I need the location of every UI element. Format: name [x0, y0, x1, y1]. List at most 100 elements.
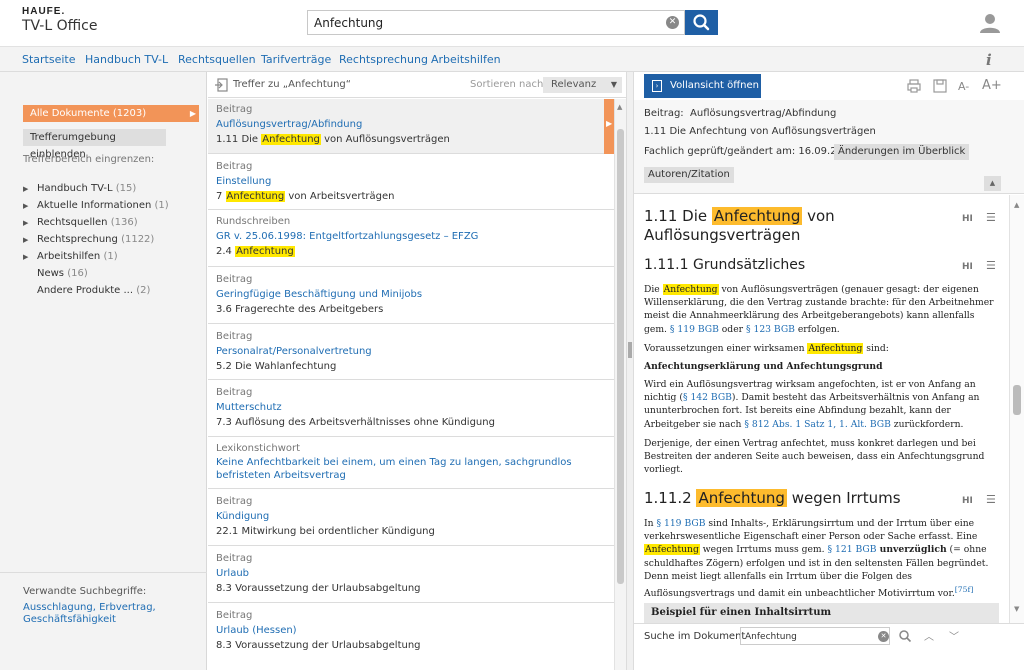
changes-overview-button[interactable]: Änderungen im Überblick [834, 144, 970, 160]
facet-rechtsprechung[interactable]: ▶ Rechtsprechung (1122) [23, 234, 154, 245]
law-link[interactable]: § 121 BGB [827, 544, 876, 555]
paragraph: In § 119 BGB sind Inhalts-, Erklärungsir… [644, 518, 989, 600]
font-larger-icon[interactable]: A+ [982, 78, 1002, 93]
document-meta: Beitrag: Auflösungsvertrag/Abfindung 1.1… [634, 100, 1024, 194]
result-item[interactable]: Beitrag Auflösungsvertrag/Abfindung 1.11… [208, 99, 614, 154]
results-title: Treffer zu „Anfechtung“ [233, 79, 351, 90]
law-link[interactable]: § 119 BGB [656, 518, 705, 529]
facet-arbeitshilfen[interactable]: ▶ Arbeitshilfen (1) [23, 251, 118, 262]
scroll-down-icon[interactable]: ▼ [1014, 605, 1019, 613]
scroll-up-icon[interactable]: ▲ [1014, 201, 1019, 209]
document-scrollbar[interactable]: ▲ ▼ [1009, 195, 1024, 623]
meta-checked: Fachlich geprüft/geändert am: 16.09.2015 [644, 146, 856, 157]
result-item[interactable]: Beitrag Geringfügige Beschäftigung und M… [208, 268, 614, 324]
document-search-field[interactable]: ✕ [740, 627, 890, 645]
show-hit-context-button[interactable]: Trefferumgebung einblenden [23, 129, 166, 160]
splitter-grip[interactable] [628, 342, 632, 358]
related-terms-links[interactable]: Ausschlagung, Erbvertrag, Geschäftsfähig… [23, 602, 193, 626]
results-header: Treffer zu „Anfechtung“ Sortieren nach: … [208, 72, 626, 98]
search-input[interactable] [314, 15, 654, 31]
document-icon: › [652, 80, 662, 92]
all-documents-filter[interactable]: Alle Dokumente (1203) ▶ [23, 105, 199, 122]
results-scrollbar[interactable]: ▲ ▼ [614, 99, 626, 670]
expand-icon[interactable]: ▶ [23, 185, 37, 193]
facet-handbuch[interactable]: ▶ Handbuch TV-L (15) [23, 183, 136, 194]
result-item[interactable]: Beitrag Urlaub (Hessen) 8.3 Voraussetzun… [208, 604, 614, 670]
product-name[interactable]: TV-L Office [22, 18, 97, 34]
menu-icon[interactable]: ☰ [986, 493, 996, 506]
law-link[interactable]: § 119 BGB [670, 324, 719, 335]
search-icon [693, 14, 710, 31]
scroll-thumb[interactable] [617, 129, 624, 584]
result-item[interactable]: Rundschreiben GR v. 25.06.1998: Entgeltf… [208, 211, 614, 267]
result-item[interactable]: Lexikonstichwort Keine Anfechtbarkeit be… [208, 438, 614, 489]
document-content: 1.11 Die Anfechtung von Auflösungsverträ… [634, 195, 1009, 623]
selected-marker: ▶ [604, 99, 614, 154]
section-heading: 1.11 Die Anfechtung von Auflösungsverträ… [644, 207, 835, 244]
info-icon[interactable]: i [986, 51, 992, 69]
result-item[interactable]: Beitrag Urlaub 8.3 Voraussetzung der Url… [208, 547, 614, 603]
law-link[interactable]: § 123 BGB [746, 324, 795, 335]
expand-icon[interactable]: ▶ [23, 202, 37, 210]
next-hit-icon[interactable]: ﹀ [949, 628, 959, 643]
print-icon[interactable] [906, 78, 922, 94]
result-item[interactable]: Beitrag Einstellung 7 Anfechtung von Arb… [208, 155, 614, 210]
authors-citation-button[interactable]: Autoren/Zitation [644, 167, 734, 183]
paragraph: Wird ein Auflösungsvertrag wirksam angef… [644, 379, 980, 430]
search-box[interactable] [307, 10, 685, 35]
nav-arbeitshilfen[interactable]: Arbeitshilfen [431, 53, 501, 66]
expand-icon[interactable]: ▶ [23, 219, 37, 227]
main-nav: Startseite Handbuch TV-L Rechtsquellen T… [0, 46, 1024, 72]
document-search-input[interactable] [745, 630, 870, 643]
user-icon[interactable] [979, 12, 1001, 37]
previous-hit-icon[interactable]: ︿ [924, 628, 934, 643]
law-link[interactable]: § 812 Abs. 1 Satz 1, 1. Alt. BGB [744, 419, 891, 430]
nav-startseite[interactable]: Startseite [22, 53, 76, 66]
hi-icon[interactable]: HI [962, 496, 973, 506]
narrow-label: Trefferbereich eingrenzen: [23, 154, 155, 165]
results-panel: Treffer zu „Anfechtung“ Sortieren nach: … [208, 72, 626, 670]
panel-splitter[interactable] [626, 72, 634, 670]
result-item[interactable]: Beitrag Kündigung 22.1 Mitwirkung bei or… [208, 490, 614, 546]
font-smaller-icon[interactable]: A- [958, 80, 969, 93]
scroll-thumb[interactable] [1013, 385, 1021, 415]
paragraph: Voraussetzungen einer wirksamen Anfechtu… [644, 343, 889, 354]
subsection-heading: 1.11.2 Anfechtung wegen Irrtums [644, 489, 901, 507]
facet-aktuelle-informationen[interactable]: ▶ Aktuelle Informationen (1) [23, 200, 169, 211]
expand-icon[interactable]: ▶ [23, 236, 37, 244]
subsection-heading: 1.11.1 Grundsätzliches [644, 257, 806, 273]
open-full-view-button[interactable]: › Vollansicht öffnen [644, 74, 761, 98]
result-item[interactable]: Beitrag Personalrat/Personalvertretung 5… [208, 325, 614, 380]
filter-panel: Alle Dokumente (1203) ▶ Trefferumgebung … [0, 72, 207, 670]
expand-icon[interactable]: ▶ [23, 253, 37, 261]
nav-rechtsquellen[interactable]: Rechtsquellen [178, 53, 256, 66]
scroll-up-icon[interactable]: ▲ [617, 103, 622, 111]
facet-news[interactable]: News (16) [23, 268, 88, 279]
clear-search-icon[interactable]: ✕ [666, 16, 679, 29]
sort-select[interactable]: Relevanz ▼ [543, 77, 622, 93]
menu-icon[interactable]: ☰ [986, 211, 996, 224]
search-button[interactable] [685, 10, 718, 35]
save-icon[interactable] [932, 78, 948, 94]
sort-label: Sortieren nach: [470, 79, 547, 90]
chevron-right-icon: ▶ [606, 119, 613, 128]
logo: HAUFE. [22, 6, 66, 17]
hits-export-icon[interactable] [214, 78, 228, 92]
meta-title: Auflösungsvertrag/Abfindung [690, 108, 837, 119]
footnote-link[interactable]: [75f] [955, 585, 974, 594]
facet-andere-produkte[interactable]: Andere Produkte ... (2) [23, 285, 150, 296]
hi-icon[interactable]: HI [962, 214, 973, 224]
law-link[interactable]: § 142 BGB [683, 392, 732, 403]
collapse-icon[interactable]: ▲ [984, 176, 1001, 191]
menu-icon[interactable]: ☰ [986, 259, 996, 272]
chevron-right-icon: ▶ [189, 109, 196, 118]
facet-rechtsquellen[interactable]: ▶ Rechtsquellen (136) [23, 217, 138, 228]
nav-tarifvertraege[interactable]: Tarifverträge [261, 53, 331, 66]
hi-icon[interactable]: HI [962, 262, 973, 272]
nav-handbuch[interactable]: Handbuch TV-L [85, 53, 168, 66]
top-bar: HAUFE. TV-L Office ✕ [0, 0, 1024, 46]
nav-rechtsprechung[interactable]: Rechtsprechung [339, 53, 428, 66]
search-icon[interactable] [898, 629, 912, 643]
result-item[interactable]: Beitrag Mutterschutz 7.3 Auflösung des A… [208, 381, 614, 437]
clear-search-icon[interactable]: ✕ [878, 631, 889, 642]
